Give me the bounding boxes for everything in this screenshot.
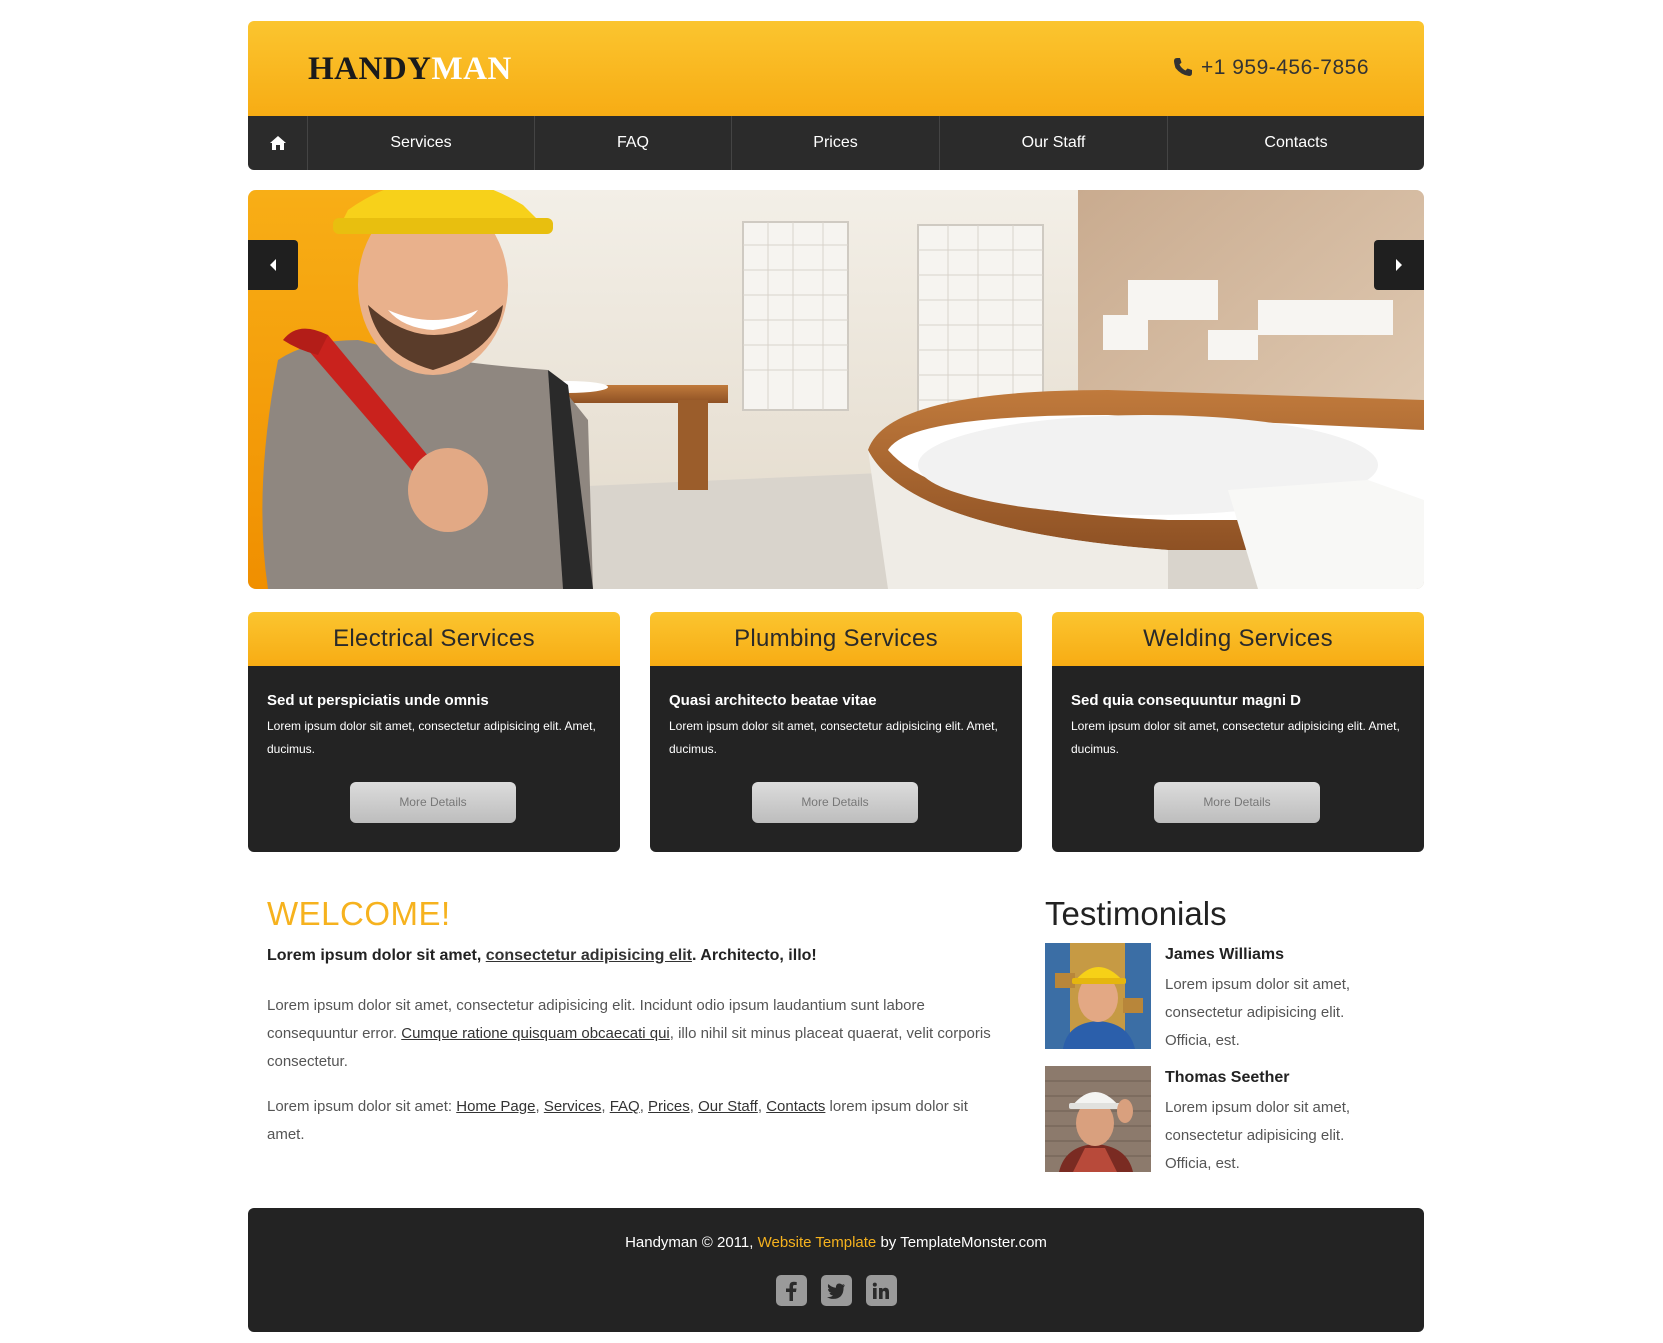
page: HANDYMAN +1 959-456-7856 Services FAQ Pr…: [0, 0, 1663, 1343]
linkedin-icon[interactable]: [865, 1275, 897, 1306]
testimonial-name: Thomas Seether: [1165, 1069, 1290, 1086]
copyright-text: Handyman © 2011,: [625, 1234, 758, 1251]
welcome-title: WELCOME!: [267, 895, 451, 932]
avatar: [1045, 943, 1151, 1049]
arrow-left-icon: [270, 259, 276, 271]
service-box-electrical: Electrical Services Sed ut perspiciatis …: [248, 612, 620, 852]
lead-text: Lorem ipsum dolor sit amet,: [267, 947, 486, 964]
service-body: Sed ut perspiciatis unde omnis Lorem ips…: [248, 666, 620, 852]
service-title: Welding Services: [1052, 612, 1424, 666]
hero-slider: [248, 190, 1424, 589]
service-subtitle: Quasi architecto beatae vitae: [669, 692, 877, 709]
facebook-icon[interactable]: [775, 1275, 807, 1306]
link-services[interactable]: Services: [544, 1098, 602, 1115]
home-icon: [269, 136, 286, 150]
logo[interactable]: HANDYMAN: [308, 51, 512, 88]
header: HANDYMAN +1 959-456-7856: [248, 21, 1424, 116]
link-home-page[interactable]: Home Page: [456, 1098, 535, 1115]
nav-home[interactable]: [248, 116, 308, 170]
nav-item-contacts[interactable]: Contacts: [1168, 116, 1424, 170]
logo-part-2: MAN: [431, 51, 512, 87]
more-details-button[interactable]: More Details: [350, 782, 516, 823]
nav-item-prices[interactable]: Prices: [732, 116, 940, 170]
service-subtitle: Sed quia consequuntur magni D: [1071, 692, 1302, 709]
service-body: Sed quia consequuntur magni D Lorem ipsu…: [1052, 666, 1424, 852]
service-title: Electrical Services: [248, 612, 620, 666]
hero-image: [248, 190, 1424, 589]
service-box-plumbing: Plumbing Services Quasi architecto beata…: [650, 612, 1022, 852]
nav-item-faq[interactable]: FAQ: [535, 116, 732, 170]
welcome-paragraph-1: Lorem ipsum dolor sit amet, consectetur …: [267, 992, 997, 1076]
link-contacts[interactable]: Contacts: [766, 1098, 825, 1115]
more-details-button[interactable]: More Details: [1154, 782, 1320, 823]
testimonials-title: Testimonials: [1045, 895, 1227, 932]
testimonial-name: James Williams: [1165, 946, 1285, 963]
website-template-link[interactable]: Website Template: [758, 1234, 877, 1251]
slider-next-button[interactable]: [1374, 240, 1424, 290]
welcome-section: WELCOME! Lorem ipsum dolor sit amet, con…: [267, 895, 997, 1166]
footer-copyright: Handyman © 2011, Website Template by Tem…: [248, 1234, 1424, 1251]
service-text: Lorem ipsum dolor sit amet, consectetur …: [1071, 719, 1400, 756]
social-links: [248, 1275, 1424, 1306]
testimonial-text: Lorem ipsum dolor sit amet, consectetur …: [1165, 976, 1351, 1049]
phone-text: +1 959-456-7856: [1200, 56, 1369, 79]
phone-number: +1 959-456-7856: [1173, 56, 1369, 80]
welcome-lead: Lorem ipsum dolor sit amet, consectetur …: [267, 947, 997, 965]
service-subtitle: Sed ut perspiciatis unde omnis: [267, 692, 489, 709]
link-prices[interactable]: Prices: [648, 1098, 690, 1115]
paragraph-link[interactable]: Cumque ratione quisquam obcaecati qui: [401, 1025, 670, 1042]
paragraph-text: Lorem ipsum dolor sit amet:: [267, 1098, 457, 1115]
more-details-button[interactable]: More Details: [752, 782, 918, 823]
service-text: Lorem ipsum dolor sit amet, consectetur …: [267, 719, 596, 756]
nav-item-our-staff[interactable]: Our Staff: [940, 116, 1168, 170]
avatar: [1045, 1066, 1151, 1172]
testimonial-item: James Williams Lorem ipsum dolor sit ame…: [1045, 943, 1405, 1049]
twitter-icon[interactable]: [820, 1275, 852, 1306]
testimonials-section: Testimonials James Williams Lorem ipsum …: [1045, 895, 1405, 1189]
lead-text-end: . Architecto, illo!: [691, 947, 817, 964]
service-box-welding: Welding Services Sed quia consequuntur m…: [1052, 612, 1424, 852]
slider-prev-button[interactable]: [248, 240, 298, 290]
main-nav: Services FAQ Prices Our Staff Contacts: [248, 116, 1424, 170]
copyright-text-end: by TemplateMonster.com: [876, 1234, 1047, 1251]
lead-link[interactable]: consectetur adipisicing elit: [486, 947, 692, 964]
link-faq[interactable]: FAQ: [610, 1098, 640, 1115]
footer: Handyman © 2011, Website Template by Tem…: [248, 1208, 1424, 1332]
link-our-staff[interactable]: Our Staff: [698, 1098, 758, 1115]
testimonial-item: Thomas Seether Lorem ipsum dolor sit ame…: [1045, 1066, 1405, 1172]
arrow-right-icon: [1396, 259, 1402, 271]
service-title: Plumbing Services: [650, 612, 1022, 666]
service-text: Lorem ipsum dolor sit amet, consectetur …: [669, 719, 998, 756]
nav-item-services[interactable]: Services: [308, 116, 535, 170]
phone-icon: [1173, 58, 1192, 76]
logo-part-1: HANDY: [308, 51, 432, 87]
testimonial-text: Lorem ipsum dolor sit amet, consectetur …: [1165, 1099, 1351, 1172]
service-body: Quasi architecto beatae vitae Lorem ipsu…: [650, 666, 1022, 852]
welcome-paragraph-2: Lorem ipsum dolor sit amet: Home Page, S…: [267, 1098, 968, 1143]
